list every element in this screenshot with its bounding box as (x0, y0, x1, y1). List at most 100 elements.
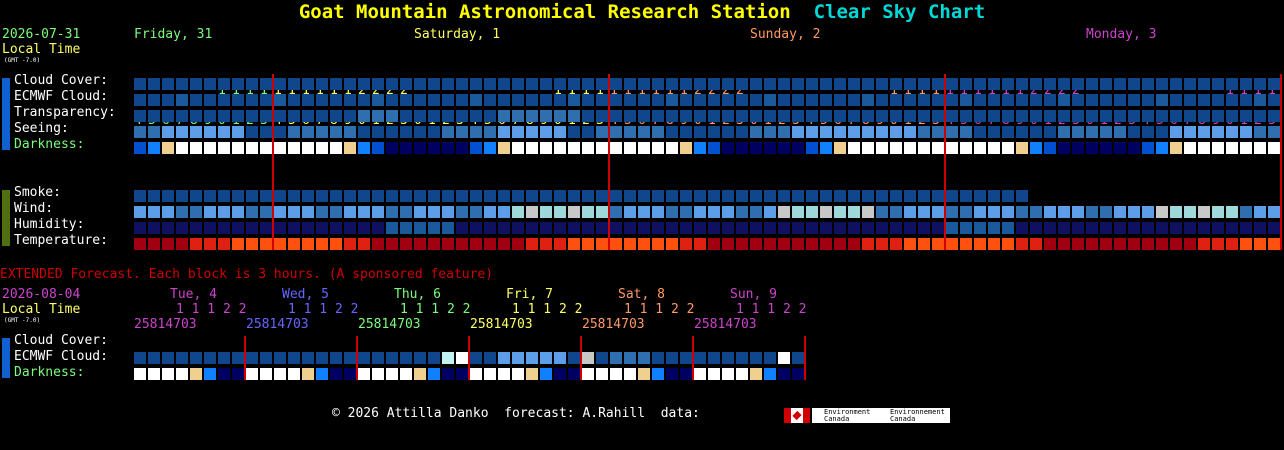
extended-dark-cell (176, 368, 188, 380)
forecast-cell (176, 222, 188, 234)
forecast-cell (176, 142, 188, 154)
extended-cell (792, 352, 804, 364)
forecast-cell (596, 110, 608, 122)
forecast-cell (162, 206, 174, 218)
forecast-cell (1212, 126, 1224, 138)
forecast-cell (554, 222, 566, 234)
forecast-cell (442, 94, 454, 106)
extended-dark-cell (792, 368, 804, 380)
forecast-cell (582, 126, 594, 138)
forecast-cell (652, 126, 664, 138)
forecast-cell (862, 126, 874, 138)
forecast-cell (302, 110, 314, 122)
extended-cell (386, 352, 398, 364)
forecast-cell (148, 238, 160, 250)
extended-cell (610, 352, 622, 364)
forecast-cell (624, 126, 636, 138)
forecast-cell (876, 222, 888, 234)
forecast-cell (456, 206, 468, 218)
extended-dark-cell (470, 368, 482, 380)
ground-row-label: Humidity: (14, 217, 85, 232)
forecast-cell (330, 94, 342, 106)
forecast-cell (204, 126, 216, 138)
forecast-cell (736, 222, 748, 234)
forecast-cell (1114, 222, 1126, 234)
extended-dark-cell (582, 368, 594, 380)
forecast-cell (736, 78, 748, 90)
day-label: Friday, 31 (134, 27, 213, 42)
forecast-cell (148, 142, 160, 154)
forecast-cell (904, 94, 916, 106)
forecast-cell (1170, 206, 1182, 218)
forecast-cell (190, 126, 202, 138)
forecast-cell (722, 94, 734, 106)
forecast-cell (316, 190, 328, 202)
forecast-cell (498, 94, 510, 106)
extended-dark-cell (554, 368, 566, 380)
forecast-cell (1030, 94, 1042, 106)
forecast-cell (1156, 238, 1168, 250)
forecast-cell (722, 238, 734, 250)
forecast-cell (260, 126, 272, 138)
forecast-cell (526, 126, 538, 138)
extended-dark-cell (232, 368, 244, 380)
forecast-cell (176, 78, 188, 90)
forecast-cell (848, 222, 860, 234)
forecast-cell (764, 78, 776, 90)
extended-cell (274, 352, 286, 364)
forecast-cell (778, 190, 790, 202)
forecast-cell (1002, 142, 1014, 154)
forecast-cell (792, 142, 804, 154)
forecast-cell (736, 94, 748, 106)
forecast-cell (302, 190, 314, 202)
forecast-cell (904, 206, 916, 218)
forecast-cell (1100, 110, 1112, 122)
forecast-cell (680, 142, 692, 154)
forecast-cell (232, 94, 244, 106)
forecast-cell (596, 94, 608, 106)
forecast-cell (274, 190, 286, 202)
forecast-cell (1044, 222, 1056, 234)
forecast-cell (918, 206, 930, 218)
forecast-cell (302, 126, 314, 138)
day-label: Sunday, 2 (750, 27, 821, 42)
extended-dark-cell (358, 368, 370, 380)
extended-dark-cell (750, 368, 762, 380)
forecast-cell (498, 190, 510, 202)
forecast-cell (428, 142, 440, 154)
forecast-cell (470, 190, 482, 202)
forecast-cell (540, 78, 552, 90)
forecast-cell (1226, 110, 1238, 122)
forecast-cell (1226, 206, 1238, 218)
forecast-cell (1016, 94, 1028, 106)
forecast-cell (344, 206, 356, 218)
forecast-cell (358, 206, 370, 218)
forecast-cell (176, 94, 188, 106)
forecast-cell (946, 142, 958, 154)
forecast-cell (1100, 142, 1112, 154)
forecast-cell (904, 238, 916, 250)
forecast-cell (974, 126, 986, 138)
forecast-cell (1156, 222, 1168, 234)
forecast-cell (484, 142, 496, 154)
forecast-cell (428, 94, 440, 106)
forecast-cell (708, 94, 720, 106)
forecast-cell (260, 222, 272, 234)
forecast-cell (470, 78, 482, 90)
forecast-cell (1002, 78, 1014, 90)
forecast-cell (750, 94, 762, 106)
forecast-cell (442, 126, 454, 138)
extended-day-label: Thu, 6 (394, 287, 441, 302)
extended-dark-cell (344, 368, 356, 380)
ground-row-label: Smoke: (14, 185, 61, 200)
forecast-cell (484, 78, 496, 90)
extended-cell (666, 352, 678, 364)
forecast-cell (302, 238, 314, 250)
forecast-cell (1100, 94, 1112, 106)
forecast-cell (568, 110, 580, 122)
forecast-cell (848, 206, 860, 218)
forecast-cell (428, 190, 440, 202)
extended-dark-cell (526, 368, 538, 380)
extended-cell (624, 352, 636, 364)
forecast-cell (554, 238, 566, 250)
